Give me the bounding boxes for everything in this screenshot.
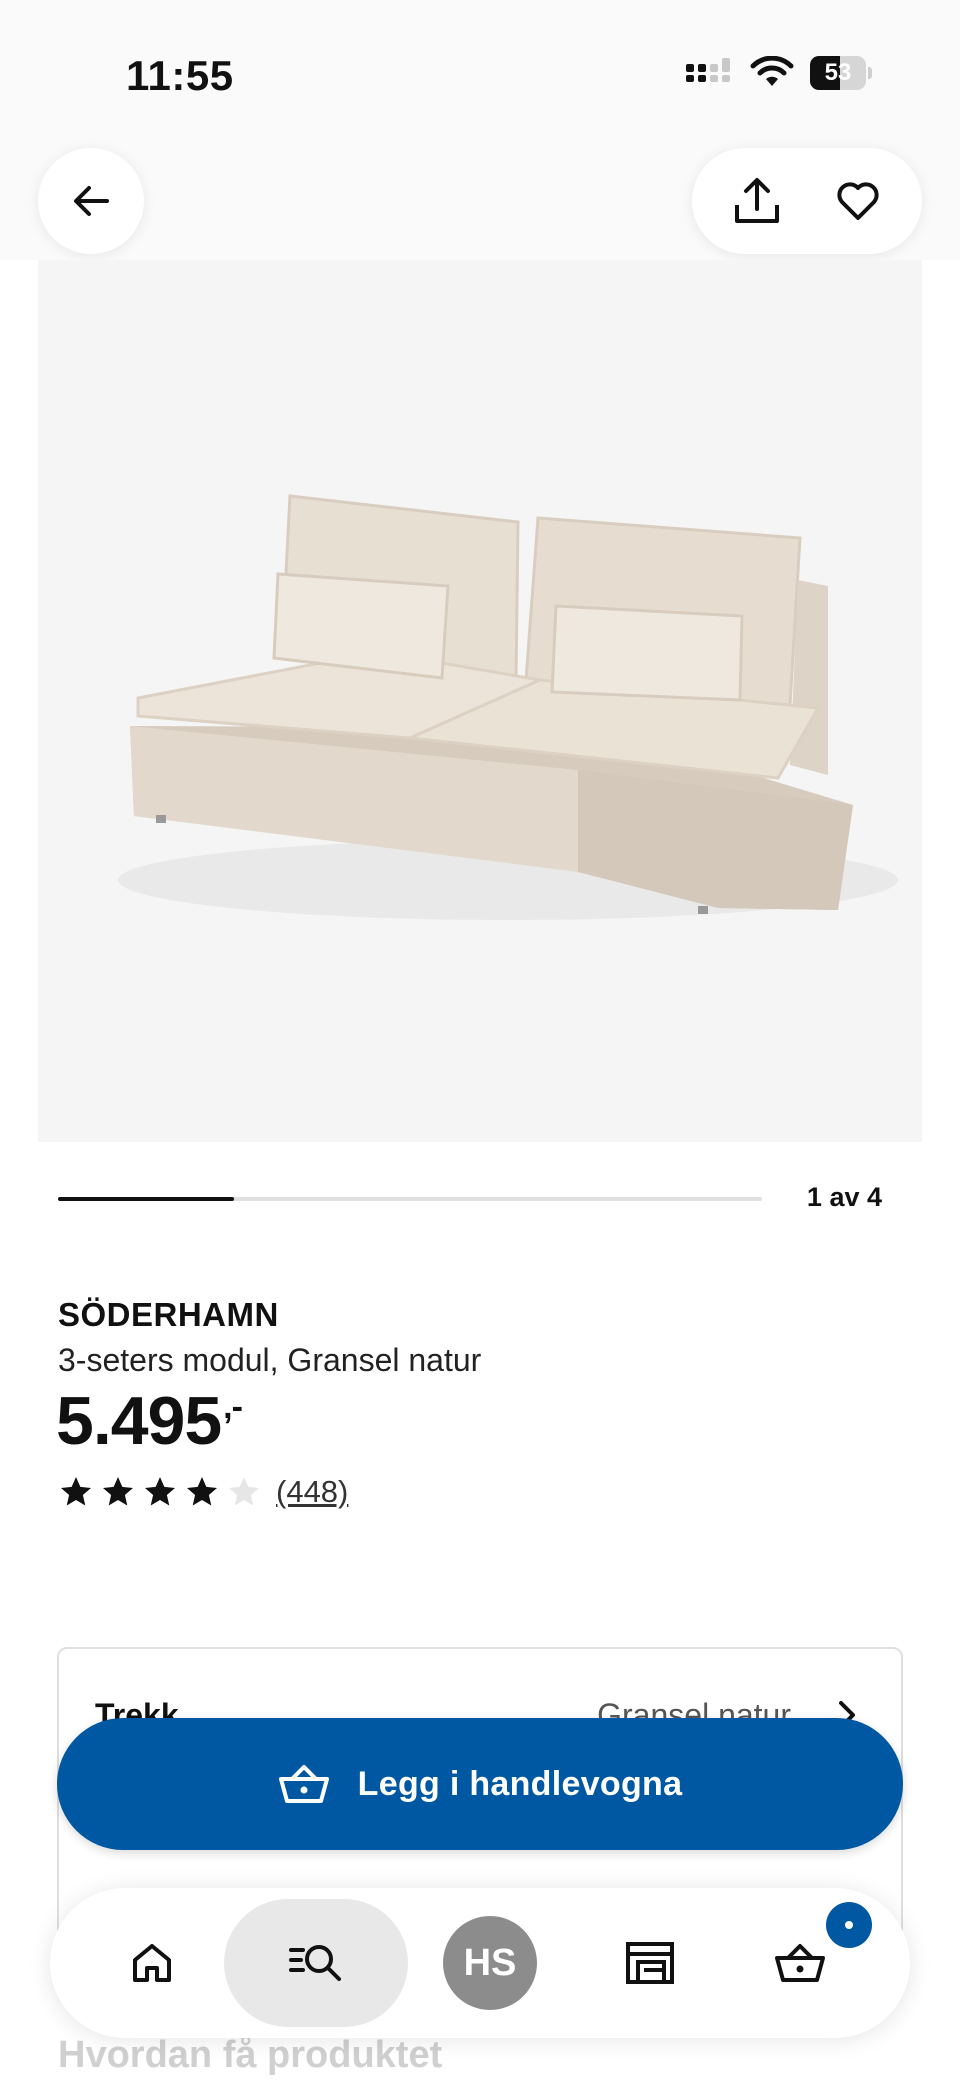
product-rating[interactable]: (448) <box>58 1474 348 1510</box>
battery-icon: 53 <box>810 56 872 90</box>
status-time: 11:55 <box>126 52 234 99</box>
home-icon <box>133 1944 171 1982</box>
wifi-icon <box>750 56 794 86</box>
star-icon <box>229 1477 259 1506</box>
nav-profile[interactable]: HS <box>430 1899 550 2027</box>
product-price: 5.495,- <box>56 1382 243 1460</box>
status-icons: 53 <box>684 56 872 90</box>
search-icon <box>289 1945 341 1981</box>
review-count-link[interactable]: (448) <box>276 1474 348 1510</box>
favorite-button[interactable] <box>818 161 898 241</box>
basket-icon <box>278 1765 329 1803</box>
image-pager-text: 1 av 4 <box>806 1182 882 1212</box>
product-description: 3-seters modul, Gransel natur <box>58 1342 482 1378</box>
sofa-image <box>118 494 898 920</box>
nav-home[interactable] <box>100 1899 204 2027</box>
star-icon <box>61 1477 91 1506</box>
nav-stores[interactable] <box>590 1899 710 2027</box>
arrow-left-icon <box>74 186 109 216</box>
avatar: HS <box>443 1916 537 2010</box>
star-icon <box>103 1477 133 1506</box>
cart-badge <box>826 1902 872 1948</box>
rating-stars <box>58 1474 262 1510</box>
store-icon <box>626 1942 674 1984</box>
image-pager-progress <box>58 1197 234 1201</box>
share-icon <box>734 178 779 223</box>
status-bar: 11:55 53 <box>0 0 960 150</box>
delivery-section-heading: Hvordan få produktet <box>58 2034 443 2076</box>
back-button[interactable] <box>38 148 144 254</box>
star-icon <box>145 1477 175 1506</box>
product-image[interactable] <box>38 260 922 1142</box>
price-suffix: ,- <box>223 1388 243 1426</box>
nav-search[interactable] <box>224 1899 408 2027</box>
star-icon <box>187 1477 217 1506</box>
heart-icon <box>836 182 879 220</box>
bottom-nav: HS <box>50 1888 910 2038</box>
image-pager-track <box>58 1197 762 1201</box>
share-button[interactable] <box>717 161 797 241</box>
cart-icon <box>775 1944 825 1982</box>
header-actions <box>692 148 922 254</box>
price-main: 5.495 <box>56 1383 222 1459</box>
battery-percent: 53 <box>824 59 852 86</box>
cellular-signal-icon <box>686 58 730 82</box>
product-name: SÖDERHAMN <box>58 1296 279 1333</box>
add-to-cart-button[interactable]: Legg i handlevogna <box>57 1718 903 1850</box>
add-to-cart-label: Legg i handlevogna <box>357 1764 683 1803</box>
